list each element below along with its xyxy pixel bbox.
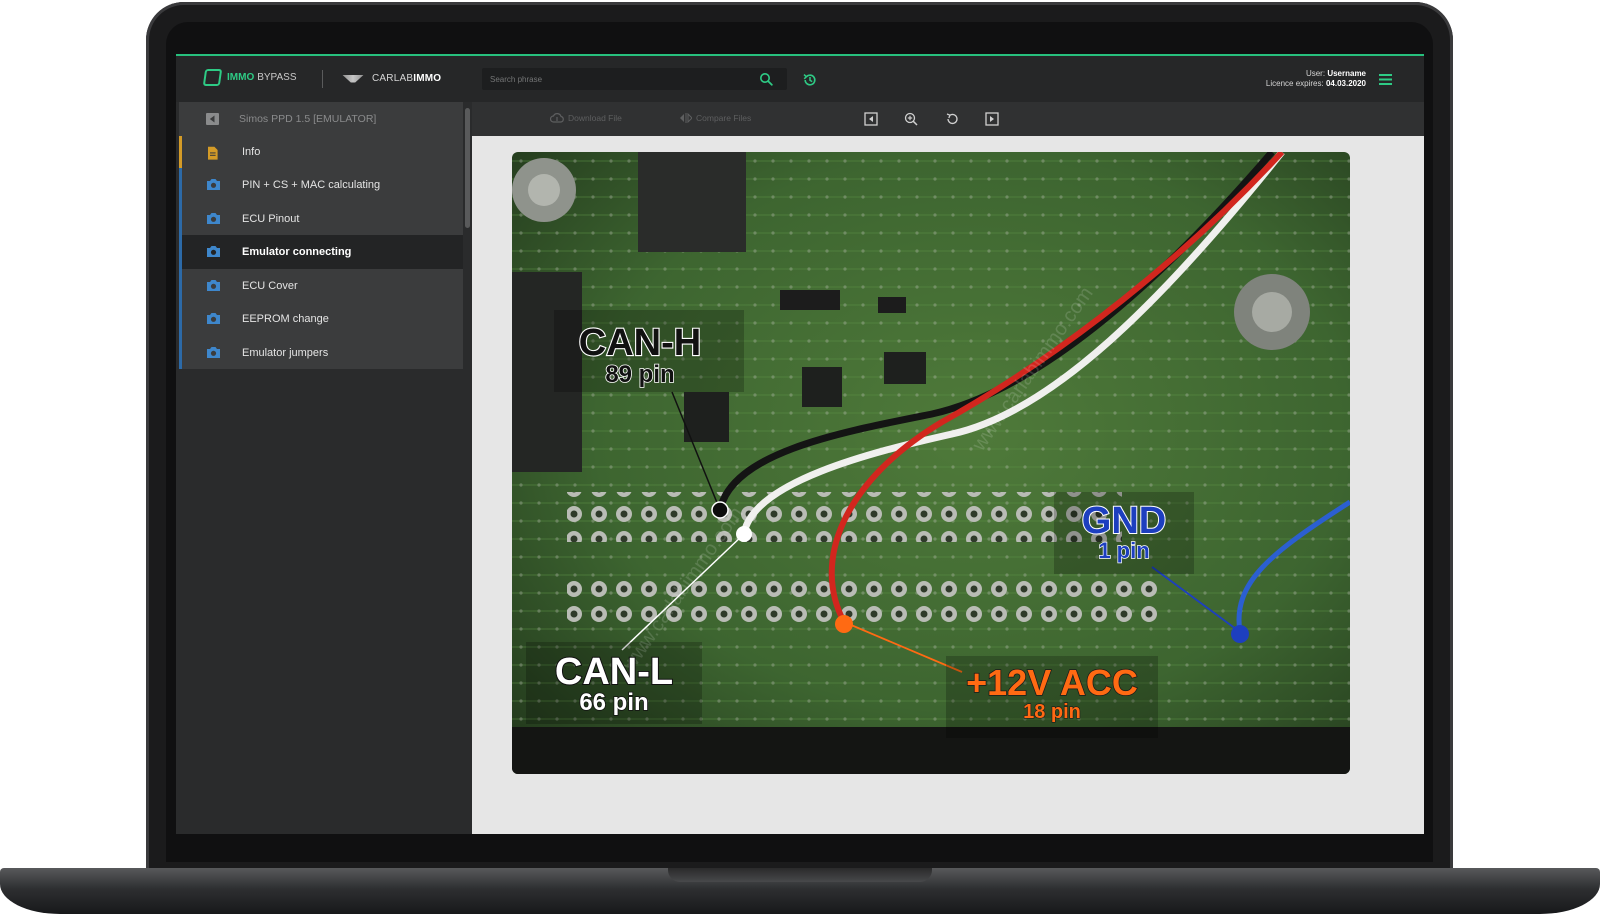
sidebar-item-eeprom-change[interactable]: EEPROM change [179,302,463,336]
immo-bypass-logo[interactable]: IMMO BYPASS [202,69,297,86]
viewer-toolbar: Download File Compare Files [472,102,1424,136]
licence-date: 04.03.2020 [1325,79,1366,88]
cloud-download-icon [550,113,564,123]
camera-icon [207,279,220,291]
app-header: IMMO BYPASS CARLABIMMO User: Username Li… [176,56,1424,102]
camera-icon [207,179,220,190]
logo-divider [322,70,323,88]
sidebar-item-label: EEPROM change [242,313,329,325]
back-arrow-icon[interactable] [206,113,219,125]
logo-primary-text: IMMO [227,72,255,83]
camera-icon [207,346,220,358]
sidebar-title: Simos PPD 1.5 [EMULATOR] [239,113,377,125]
wings-icon [342,74,364,84]
download-file-label: Download File [568,113,622,123]
sidebar-item-emulator-jumpers[interactable]: Emulator jumpers [179,335,463,369]
zoom-in-icon[interactable] [904,112,918,126]
acc-pin-label: 18 pin [1023,701,1081,723]
scrollbar-thumb[interactable] [465,108,470,228]
gnd-pin-label: 1 pin [1098,538,1149,563]
licence-line: Licence expires: 04.03.2020 [1266,79,1366,89]
document-icon [208,146,218,160]
previous-image-icon[interactable] [864,112,878,126]
sidebar-item-ecu-pinout[interactable]: ECU Pinout [179,201,463,235]
compare-files-label: Compare Files [696,113,752,123]
history-icon[interactable] [802,72,818,88]
sidebar: Simos PPD 1.5 [EMULATOR] Info PIN + CS +… [176,102,463,834]
camera-icon [207,313,220,324]
user-info: User: Username Licence expires: 04.03.20… [1266,69,1366,89]
user-label: User: [1305,69,1326,78]
app-window: IMMO BYPASS CARLABIMMO User: Username Li… [176,54,1424,834]
next-image-icon[interactable] [985,112,999,126]
sidebar-item-label: PIN + CS + MAC calculating [242,179,381,191]
sidebar-list: Info PIN + CS + MAC calculating ECU Pino… [179,136,463,369]
sidebar-scrollbar[interactable] [463,102,472,834]
sidebar-item-info[interactable]: Info [179,136,463,168]
sidebar-item-label: Info [242,146,261,158]
camera-icon [207,246,220,257]
sidebar-header: Simos PPD 1.5 [EMULATOR] [179,102,463,136]
can-l-label: CAN-L [555,651,673,693]
image-viewer: www.carlabimmo.com www.carlabimmo.com CA… [472,136,1424,834]
search-bar [482,68,787,90]
sidebar-item-ecu-cover[interactable]: ECU Cover [179,268,463,302]
rotate-icon[interactable] [945,112,959,126]
download-file-button[interactable]: Download File [550,113,622,123]
search-input[interactable] [490,68,750,90]
sidebar-item-label: ECU Cover [242,279,298,292]
sidebar-item-label: Emulator connecting [242,246,352,258]
ecu-pcb-photo[interactable]: www.carlabimmo.com www.carlabimmo.com CA… [512,152,1350,774]
carlabimmo-logo[interactable]: CARLABIMMO [342,73,441,84]
logo-secondary-text: BYPASS [257,72,297,83]
can-h-pin-label: 89 pin [605,361,674,388]
hamburger-menu-icon[interactable] [1379,74,1392,85]
can-h-label: CAN-H [579,322,701,364]
search-icon[interactable] [759,72,773,86]
brand-light: CARLAB [372,73,414,84]
pcb-image: www.carlabimmo.com www.carlabimmo.com CA… [512,152,1350,774]
user-name: Username [1327,69,1366,78]
compare-files-button[interactable]: Compare Files [680,113,751,123]
brand-text: CARLABIMMO [372,73,441,84]
compare-icon [680,113,692,123]
sidebar-item-pin-cs-mac[interactable]: PIN + CS + MAC calculating [179,168,463,202]
immo-logo-icon [202,69,223,86]
acc-label: +12V ACC [966,662,1138,703]
gnd-label: GND [1082,500,1166,542]
sidebar-item-label: Emulator jumpers [242,346,329,359]
brand-bold: IMMO [413,73,442,84]
laptop-notch [668,868,932,882]
licence-label: Licence expires: [1265,79,1324,88]
user-line: User: Username [1266,69,1366,79]
camera-icon [207,212,220,224]
can-l-pin-label: 66 pin [579,689,648,716]
sidebar-item-label: ECU Pinout [242,212,300,225]
sidebar-item-emulator-connecting[interactable]: Emulator connecting [179,235,463,269]
